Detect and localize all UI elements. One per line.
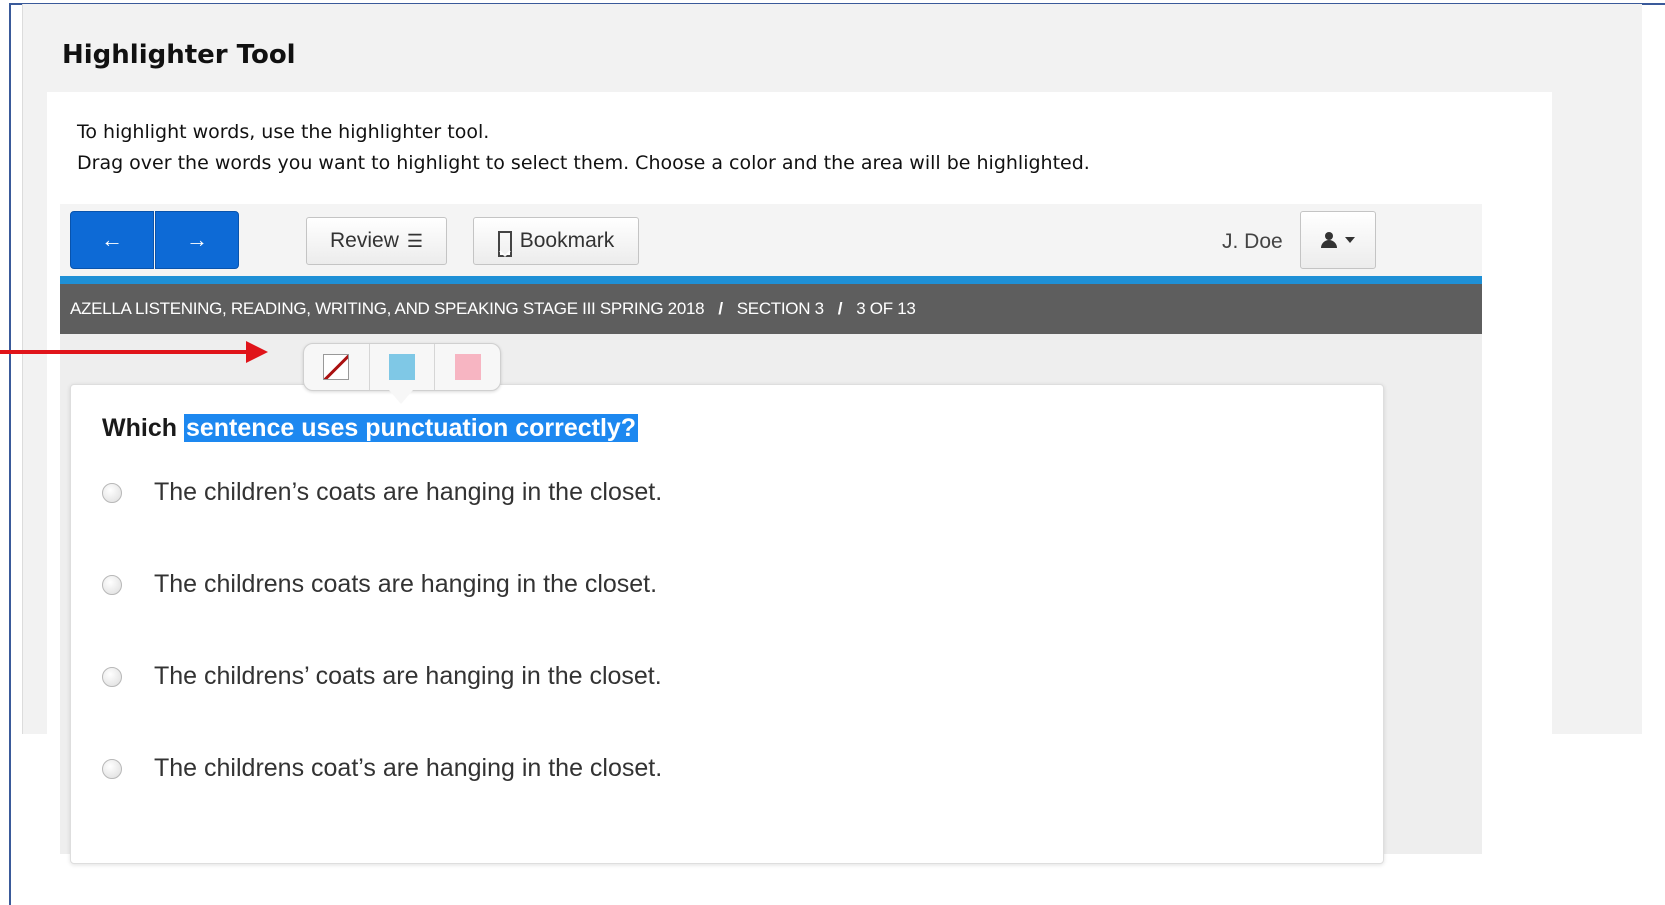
- caret-down-icon: [1345, 237, 1355, 243]
- instruction-line-1: To highlight words, use the highlighter …: [77, 121, 490, 143]
- toolbar-accent-line: [60, 276, 1482, 284]
- highlighter-popup: [303, 343, 501, 391]
- bookmark-icon: [497, 231, 512, 257]
- user-name: J. Doe: [1222, 230, 1283, 253]
- page-title: Highlighter Tool: [62, 40, 296, 70]
- next-button[interactable]: →: [155, 211, 239, 269]
- pink-swatch-icon: [454, 354, 481, 380]
- review-label: Review: [330, 229, 399, 252]
- question-stem: Which sentence uses punctuation correctl…: [102, 414, 639, 443]
- radio-button[interactable]: [102, 574, 122, 595]
- answer-option[interactable]: The children’s coats are hanging in the …: [102, 478, 662, 507]
- answer-option[interactable]: The childrens’ coats are hanging in the …: [102, 662, 662, 691]
- breadcrumb-position: 3 OF 13: [856, 299, 916, 318]
- review-button[interactable]: Review ☰: [306, 217, 447, 265]
- user-icon: [1321, 232, 1337, 248]
- question-card: [70, 384, 1384, 864]
- user-menu-button[interactable]: [1300, 211, 1376, 269]
- highlight-blue-button[interactable]: [370, 344, 436, 390]
- breadcrumb-separator: /: [718, 299, 723, 318]
- option-text: The children’s coats are hanging in the …: [154, 478, 663, 506]
- bookmark-button[interactable]: Bookmark: [473, 217, 639, 265]
- popup-pointer: [389, 390, 413, 404]
- blue-swatch-icon: [389, 354, 415, 380]
- previous-button[interactable]: ←: [70, 211, 154, 269]
- breadcrumb: AZELLA LISTENING, READING, WRITING, AND …: [60, 284, 1482, 334]
- answer-option[interactable]: The childrens coat’s are hanging in the …: [102, 754, 662, 783]
- answer-option[interactable]: The childrens coats are hanging in the c…: [102, 570, 657, 599]
- instruction-line-2: Drag over the words you want to highligh…: [77, 152, 1090, 174]
- option-text: The childrens coats are hanging in the c…: [154, 570, 658, 598]
- highlighted-selection[interactable]: sentence uses punctuation correctly?: [183, 414, 639, 442]
- bookmark-label: Bookmark: [519, 229, 615, 252]
- highlight-clear-button[interactable]: [304, 344, 370, 390]
- radio-button[interactable]: [102, 666, 122, 687]
- annotation-arrow: [0, 350, 250, 354]
- no-color-icon: [323, 354, 350, 380]
- list-icon: ☰: [406, 230, 423, 251]
- question-prefix: Which: [102, 414, 177, 442]
- breadcrumb-separator: /: [837, 299, 843, 318]
- option-text: The childrens coat’s are hanging in the …: [154, 754, 663, 782]
- annotation-arrow-head: [246, 341, 268, 363]
- breadcrumb-test-name: AZELLA LISTENING, READING, WRITING, AND …: [70, 299, 705, 318]
- arrow-left-icon: ←: [101, 227, 123, 252]
- highlight-pink-button[interactable]: [435, 344, 500, 390]
- radio-button[interactable]: [102, 482, 122, 503]
- radio-button[interactable]: [102, 758, 122, 779]
- breadcrumb-section: SECTION 3: [736, 299, 824, 318]
- arrow-right-icon: →: [186, 227, 208, 252]
- option-text: The childrens’ coats are hanging in the …: [154, 662, 662, 690]
